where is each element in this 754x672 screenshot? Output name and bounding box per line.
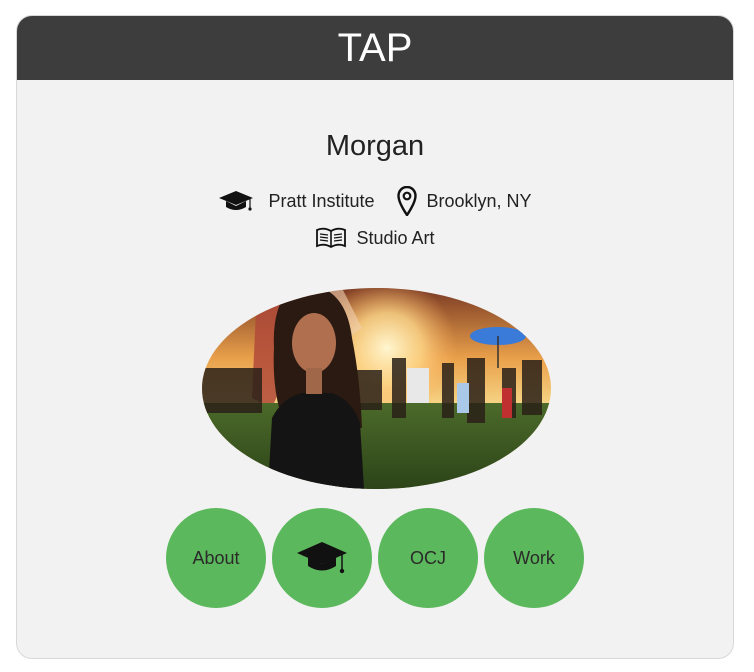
graduation-cap-icon	[218, 190, 254, 212]
profile-card: TAP Morgan Pratt Institute Brooklyn, NY …	[16, 15, 734, 659]
school-info: Pratt Institute	[218, 190, 375, 212]
profile-photo	[202, 288, 551, 489]
app-title: TAP	[337, 26, 413, 70]
open-book-icon	[315, 227, 347, 249]
nav-buttons: About OCJ Work	[17, 508, 733, 608]
major-info: Studio Art	[315, 227, 435, 249]
work-button[interactable]: Work	[484, 508, 584, 608]
profile-info-row: Pratt Institute Brooklyn, NY	[17, 184, 733, 218]
work-button-label: Work	[513, 547, 555, 568]
profile-info-row-2: Studio Art	[17, 224, 733, 252]
location-label: Brooklyn, NY	[426, 190, 532, 211]
education-button[interactable]	[272, 508, 372, 608]
about-button-label: About	[192, 547, 240, 568]
map-pin-icon	[396, 186, 417, 216]
ocj-button[interactable]: OCJ	[378, 508, 478, 608]
graduation-cap-icon	[296, 541, 348, 575]
location-info: Brooklyn, NY	[396, 186, 532, 216]
major-label: Studio Art	[356, 227, 435, 248]
profile-name: Morgan	[325, 130, 425, 162]
school-label: Pratt Institute	[268, 190, 375, 211]
app-header: TAP	[17, 16, 733, 80]
ocj-button-label: OCJ	[410, 547, 446, 568]
about-button[interactable]: About	[166, 508, 266, 608]
